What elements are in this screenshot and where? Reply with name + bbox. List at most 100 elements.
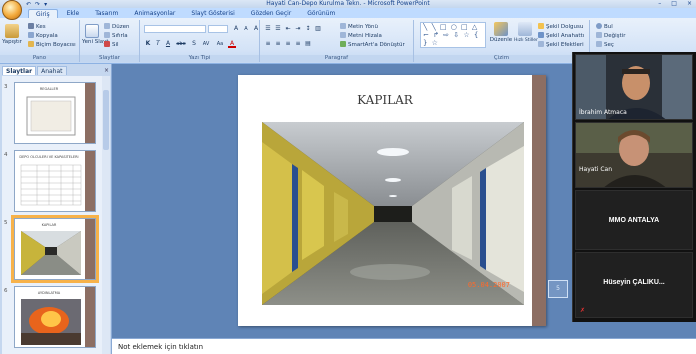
decrease-indent-icon[interactable]: ⇤ [284, 25, 292, 33]
participant-tile-1[interactable]: İbrahim Atmaca [575, 54, 693, 120]
font-color-button[interactable]: A [228, 40, 236, 48]
clipboard-group: Yapıştır Kes Kopyala Biçim Boyacısı Pano [0, 20, 80, 62]
brush-icon [28, 41, 34, 47]
tab-view[interactable]: Görünüm [300, 9, 342, 18]
binoculars-icon [596, 23, 602, 29]
arrange-button[interactable]: Düzenle [488, 22, 514, 44]
select-button[interactable]: Seç [596, 41, 614, 49]
notes-pane[interactable]: Not eklemek için tıklatın [112, 338, 696, 354]
slide-canvas[interactable]: KAPILAR 05.04.2007 [238, 75, 546, 326]
mic-muted-icon: ✗ [580, 307, 586, 314]
layout-icon [104, 23, 110, 29]
fire-thumbnail [21, 299, 81, 345]
quick-styles-icon [518, 22, 532, 36]
bold-button[interactable]: K [144, 40, 152, 48]
thumbnail-image: DEPO OLCULERI VE KAPASITELERI [14, 150, 96, 212]
change-case-button[interactable]: Aa [214, 40, 226, 48]
shapes-gallery[interactable]: ╲ ╲ □ ○ □ △ ⌐ ↱ ⇨ ⇩ ☆ { } ☆ [420, 22, 486, 48]
tab-slideshow[interactable]: Slayt Gösterisi [184, 9, 241, 18]
numbering-icon[interactable]: ☰ [274, 25, 282, 33]
maximize-button[interactable]: □ [671, 0, 677, 8]
participant-video-2 [576, 123, 692, 187]
format-painter-button[interactable]: Biçim Boyacısı [28, 41, 76, 49]
thumbnail-image: REGALLER [14, 82, 96, 144]
reset-button[interactable]: Sıfırla [104, 32, 128, 40]
replace-icon [596, 32, 602, 38]
new-slide-icon [85, 24, 99, 38]
tab-home[interactable]: Giriş [28, 9, 58, 18]
office-button[interactable] [2, 0, 22, 20]
participant-tile-2[interactable]: Hayati Can [575, 122, 693, 188]
shape-outline-button[interactable]: Şekil Anahattı [538, 32, 584, 40]
underline-button[interactable]: A [164, 40, 172, 48]
align-buttons: ≡ ≡ ≡ ≡ ▤ [264, 40, 312, 48]
qat-more-icon[interactable]: ▾ [44, 1, 47, 8]
new-slide-button[interactable]: Yeni Slayt [82, 24, 109, 46]
quick-styles-button[interactable]: Hızlı Stiller [514, 22, 538, 44]
align-right-icon[interactable]: ≡ [284, 40, 292, 48]
pane-close-icon[interactable]: × [104, 66, 109, 75]
char-spacing-button[interactable]: AV [200, 40, 212, 48]
participant-name-3: MMO ANTALYA [608, 217, 660, 224]
font-format-row: K T A abe S AV Aa A [144, 40, 236, 48]
align-left-icon[interactable]: ≡ [264, 40, 272, 48]
reset-icon [104, 32, 110, 38]
copy-button[interactable]: Kopyala [28, 32, 58, 40]
thumbnail-scrollbar[interactable] [102, 76, 110, 354]
participant-tile-4[interactable]: Hüseyin ÇALIKU... ✗ [575, 252, 693, 318]
align-text-button[interactable]: Metni Hizala [340, 32, 382, 40]
shrink-font-button[interactable]: A [242, 25, 250, 33]
italic-button[interactable]: T [154, 40, 162, 48]
paste-button[interactable]: Yapıştır [2, 24, 22, 46]
delete-slide-button[interactable]: Sil [104, 41, 119, 49]
font-name-combo[interactable] [144, 25, 206, 33]
find-button[interactable]: Bul [596, 23, 613, 31]
justify-icon[interactable]: ≡ [294, 40, 302, 48]
paste-icon [5, 24, 19, 38]
notes-placeholder: Not eklemek için tıklatın [118, 343, 204, 351]
grow-font-button[interactable]: A [232, 25, 240, 33]
scissors-icon [28, 23, 34, 29]
shape-fill-button[interactable]: Şekil Dolgusu [538, 23, 583, 31]
shape-effects-button[interactable]: Şekil Efektleri [538, 41, 584, 49]
shadow-button[interactable]: S [190, 40, 198, 48]
slides-pane: Slaytlar Anahat × 3 REGALLER 4 DEPO OLCU… [0, 64, 112, 354]
ribbon-tabs: Giriş Ekle Tasarım Animasyonlar Slayt Gö… [0, 8, 696, 18]
distribute-icon[interactable]: ▤ [304, 40, 312, 48]
participant-name-2: Hayati Can [579, 166, 613, 173]
tab-animations[interactable]: Animasyonlar [127, 9, 182, 18]
tab-insert[interactable]: Ekle [60, 9, 87, 18]
undo-icon[interactable]: ↶ [26, 1, 31, 8]
tab-design[interactable]: Tasarım [88, 9, 125, 18]
line-spacing-icon[interactable]: ↕ [304, 25, 312, 33]
participant-tile-3[interactable]: MMO ANTALYA [575, 190, 693, 250]
replace-button[interactable]: Değiştir [596, 32, 625, 40]
font-group: A A A K T A abe S AV Aa A Yazı Tipi [140, 20, 260, 62]
text-direction-button[interactable]: Metin Yönü [340, 23, 378, 31]
window-controls: – □ × [658, 0, 692, 8]
tab-slides-pane[interactable]: Slaytlar [2, 66, 37, 75]
close-button[interactable]: × [687, 0, 692, 8]
thumbnail-image-selected: KAPILAR [11, 215, 99, 283]
delete-icon [104, 41, 110, 47]
smartart-button[interactable]: SmartArt'a Dönüştür [340, 41, 405, 49]
align-center-icon[interactable]: ≡ [274, 40, 282, 48]
redo-icon[interactable]: ↷ [35, 1, 40, 8]
paragraph-label: Paragraf [260, 55, 413, 62]
minimize-button[interactable]: – [658, 0, 661, 8]
bullets-icon[interactable]: ☰ [264, 25, 272, 33]
corridor-photo[interactable]: 05.04.2007 [262, 122, 524, 305]
layout-button[interactable]: Düzen [104, 23, 129, 31]
strikethrough-button[interactable]: abe [174, 40, 188, 48]
font-size-combo[interactable] [208, 25, 228, 33]
tab-review[interactable]: Gözden Geçir [244, 9, 298, 18]
cut-button[interactable]: Kes [28, 23, 46, 31]
columns-icon[interactable]: ▥ [314, 25, 322, 33]
tab-outline-pane[interactable]: Anahat [37, 66, 67, 75]
select-icon [596, 41, 602, 47]
fill-icon [538, 23, 544, 29]
slide-title[interactable]: KAPILAR [238, 93, 532, 107]
corridor-image [262, 122, 524, 305]
increase-indent-icon[interactable]: ⇥ [294, 25, 302, 33]
clear-format-button[interactable]: A [252, 25, 260, 33]
